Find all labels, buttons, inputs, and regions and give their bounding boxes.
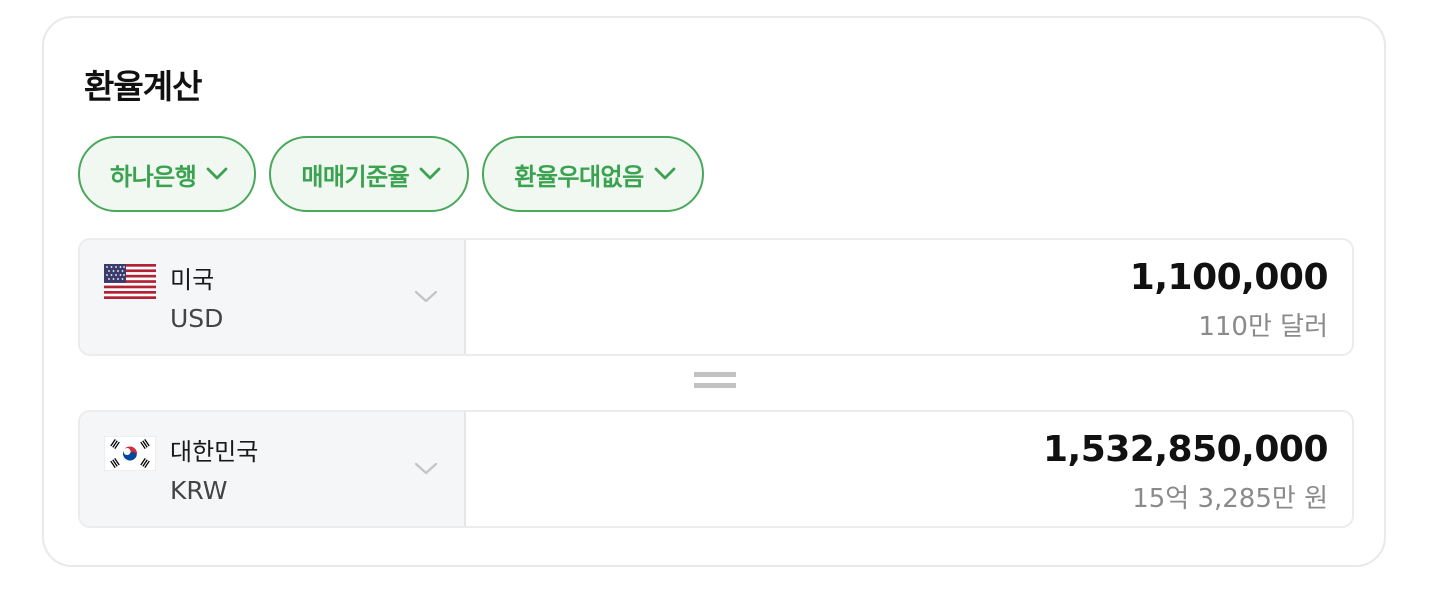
from-currency-selector[interactable]: 미국 USD (80, 240, 466, 354)
rate-type-label: 매매기준율 (301, 162, 410, 191)
preferential-rate-chip[interactable]: 환율우대없음 (482, 136, 704, 212)
rate-type-chip[interactable]: 매매기준율 (269, 136, 470, 212)
to-currency-code: KRW (170, 476, 228, 505)
calculator-title: 환율계산 (84, 67, 202, 106)
to-currency-selector[interactable]: 대한민국 KRW (80, 412, 466, 526)
chevron-down-icon (206, 167, 228, 180)
to-country-name: 대한민국 (170, 438, 259, 466)
kr-flag-icon (104, 436, 156, 471)
chevron-down-icon (414, 290, 438, 303)
to-currency-row: 대한민국 KRW 1,532,850,000 15억 3,285만 원 (78, 410, 1354, 528)
equals-icon (694, 372, 736, 394)
chevron-down-icon (414, 462, 438, 475)
from-country-name: 미국 (170, 266, 215, 294)
chevron-down-icon (654, 167, 676, 180)
from-currency-code: USD (170, 304, 224, 333)
exchange-calculator-card: 환율계산 하나은행 매매기준율 환율우대없음 미국 USD 1,100,000 … (42, 16, 1386, 567)
from-amount-input[interactable]: 1,100,000 (1130, 257, 1329, 298)
bank-select-chip[interactable]: 하나은행 (78, 136, 257, 212)
filter-chips: 하나은행 매매기준율 환율우대없음 (78, 136, 704, 212)
chevron-down-icon (419, 167, 441, 180)
from-currency-row: 미국 USD 1,100,000 110만 달러 (78, 238, 1354, 356)
to-amount-input[interactable]: 1,532,850,000 (1043, 429, 1329, 470)
to-amount-text: 15억 3,285만 원 (1132, 484, 1328, 514)
preferential-rate-label: 환율우대없음 (514, 162, 644, 191)
from-amount-text: 110만 달러 (1198, 312, 1328, 342)
bank-select-label: 하나은행 (110, 162, 197, 191)
us-flag-icon (104, 264, 156, 299)
